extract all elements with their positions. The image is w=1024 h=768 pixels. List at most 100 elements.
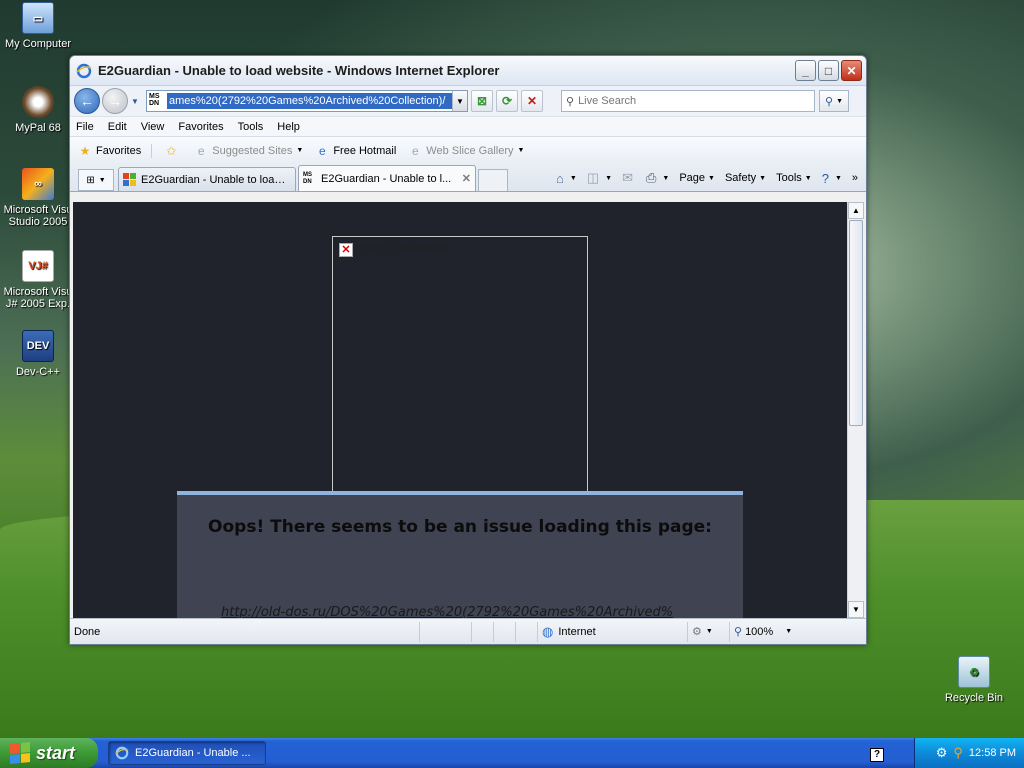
menu-view[interactable]: View bbox=[141, 121, 165, 133]
menu-file[interactable]: File bbox=[76, 121, 94, 133]
ie-icon bbox=[76, 63, 92, 78]
quick-tabs-button[interactable]: ⊞ ▼ bbox=[78, 169, 114, 191]
site-favicon-icon: MS DN bbox=[149, 93, 160, 107]
rss-feed-icon: ◫ bbox=[586, 170, 600, 185]
home-button[interactable]: ⌂ ▼ bbox=[556, 171, 577, 186]
back-arrow-icon: ← bbox=[80, 93, 94, 109]
blocked-url-link[interactable]: http://old-dos.ru/DOS%20Games%20(2792%20… bbox=[221, 605, 673, 618]
add-to-favorites-bar-button[interactable]: ✩ bbox=[164, 144, 182, 158]
minimize-button[interactable]: _ bbox=[795, 60, 816, 81]
page-content: ✕ Page Unavailable Oops! There seems to … bbox=[73, 202, 848, 618]
search-input[interactable] bbox=[578, 95, 814, 107]
zone-label: Internet bbox=[558, 625, 596, 638]
refresh-button[interactable]: ⟳ bbox=[496, 90, 518, 112]
vj-icon: VJ# bbox=[22, 250, 54, 282]
window-titlebar[interactable]: E2Guardian - Unable to load website - Wi… bbox=[70, 56, 866, 86]
favorites-label: Favorites bbox=[96, 144, 142, 157]
taskbar-item-ie[interactable]: E2Guardian - Unable ... bbox=[108, 741, 266, 765]
globe-icon: ◍ bbox=[542, 623, 554, 639]
tab-close-icon[interactable]: ✕ bbox=[462, 172, 471, 185]
address-toolbar: ← → ▼ MSDN ▼ ⊠ ⟳ ✕ ⚲ ⚲ ▼ bbox=[70, 86, 866, 116]
menu-edit[interactable]: Edit bbox=[108, 121, 127, 133]
security-zone[interactable]: ◍ Internet bbox=[538, 621, 688, 642]
compatibility-view-button[interactable]: ⊠ bbox=[471, 90, 493, 112]
zoom-level: 100% bbox=[745, 625, 774, 638]
status-progress bbox=[420, 621, 472, 642]
tools-menu-label: Tools bbox=[776, 172, 802, 184]
address-bar[interactable]: MSDN ▼ bbox=[146, 90, 468, 112]
desktop-icon-my-computer[interactable]: ▭ My Computer bbox=[0, 2, 76, 50]
new-tab-button[interactable] bbox=[478, 169, 508, 191]
desktop-icon-vj[interactable]: VJ# Microsoft Visu J# 2005 Exp. bbox=[0, 250, 76, 310]
tools-menu[interactable]: Tools ▼ bbox=[776, 172, 812, 184]
favorites-button[interactable]: ★ Favorites bbox=[78, 143, 153, 158]
read-mail-button[interactable]: ✉ bbox=[622, 170, 636, 186]
back-button[interactable]: ← bbox=[74, 88, 100, 114]
page-menu[interactable]: Page ▼ bbox=[679, 172, 715, 184]
network-icon[interactable]: ⚙ bbox=[936, 745, 948, 761]
status-empty-seg bbox=[516, 621, 538, 642]
recent-pages-dropdown[interactable]: ▼ bbox=[131, 97, 143, 106]
star-icon: ★ bbox=[79, 143, 91, 158]
help-tray-icon[interactable]: ? bbox=[870, 748, 884, 762]
ie-page-icon: e bbox=[318, 143, 326, 158]
chevron-down-icon: ▼ bbox=[98, 176, 106, 184]
menu-tools[interactable]: Tools bbox=[238, 121, 264, 133]
maximize-button[interactable]: □ bbox=[818, 60, 839, 81]
site-favicon-icon: MS DN bbox=[303, 171, 312, 185]
ie-icon bbox=[115, 746, 129, 760]
windows-flag-icon bbox=[10, 741, 30, 765]
menu-favorites[interactable]: Favorites bbox=[178, 121, 223, 133]
print-button[interactable]: ⎙ ▼ bbox=[646, 170, 669, 186]
desktop-icon-label: Dev-C++ bbox=[15, 366, 61, 378]
desktop-icon-visual-studio[interactable]: ∞ Microsoft Visu Studio 2005 bbox=[0, 168, 76, 228]
chevron-down-icon: ▼ bbox=[605, 174, 613, 182]
chevron-down-icon: ▼ bbox=[708, 174, 715, 182]
safety-menu[interactable]: Safety ▼ bbox=[725, 172, 766, 184]
start-button[interactable]: start bbox=[0, 738, 98, 768]
protected-mode-button[interactable]: ⚙ ▼ bbox=[688, 621, 730, 642]
tab-bar: ⊞ ▼ E2Guardian - Unable to load ... MS DN… bbox=[70, 164, 866, 192]
search-box[interactable]: ⚲ bbox=[561, 90, 815, 112]
desktop-icon-label: Microsoft Visu Studio 2005 bbox=[3, 204, 73, 228]
status-empty-seg bbox=[494, 621, 516, 642]
stop-button[interactable]: ✕ bbox=[521, 90, 543, 112]
feeds-button[interactable]: ◫ ▼ bbox=[587, 170, 612, 186]
suggested-sites-link[interactable]: e Suggested Sites ▼ bbox=[194, 144, 303, 158]
scroll-up-button[interactable]: ▲ bbox=[848, 202, 864, 219]
tab-2[interactable]: MS DN E2Guardian - Unable to l... ✕ bbox=[298, 165, 476, 191]
ie-page-icon: e bbox=[197, 143, 205, 158]
desktop-icon-label: MyPal 68 bbox=[15, 122, 61, 134]
scroll-down-button[interactable]: ▼ bbox=[848, 601, 864, 618]
tab-1[interactable]: E2Guardian - Unable to load ... bbox=[118, 167, 296, 191]
quick-tabs-icon: ⊞ bbox=[86, 174, 95, 186]
address-input[interactable] bbox=[167, 93, 452, 109]
free-hotmail-link[interactable]: e Free Hotmail bbox=[315, 144, 396, 158]
search-tray-icon[interactable]: ⚲ bbox=[953, 745, 963, 761]
web-slice-gallery-link[interactable]: e Web Slice Gallery ▼ bbox=[408, 143, 525, 158]
zoom-control[interactable]: ⚲ 100% ▼ bbox=[730, 622, 808, 642]
chevron-down-icon: ▼ bbox=[662, 174, 670, 182]
start-label: start bbox=[36, 742, 76, 763]
chevron-down-icon: ▼ bbox=[836, 97, 843, 105]
forward-button[interactable]: → bbox=[102, 88, 128, 114]
scroll-thumb[interactable] bbox=[849, 220, 863, 426]
visual-studio-icon: ∞ bbox=[22, 168, 54, 200]
toolbar-overflow-button[interactable]: » bbox=[852, 172, 858, 184]
window-title: E2Guardian - Unable to load website - Wi… bbox=[98, 63, 500, 78]
address-dropdown[interactable]: ▼ bbox=[452, 91, 467, 111]
clock[interactable]: 12:58 PM bbox=[969, 747, 1016, 759]
page-menu-label: Page bbox=[679, 172, 706, 184]
desktop-icon-devcpp[interactable]: DEV Dev-C++ bbox=[0, 330, 76, 378]
close-button[interactable]: ✕ bbox=[841, 60, 862, 81]
menu-help[interactable]: Help bbox=[277, 121, 300, 133]
help-menu[interactable]: ? ▼ bbox=[822, 171, 842, 186]
desktop-icon-recycle-bin[interactable]: ♻ Recycle Bin bbox=[936, 656, 1012, 704]
vertical-scrollbar[interactable]: ▲ ▼ bbox=[847, 202, 864, 618]
desktop-icon-mypal[interactable]: MyPal 68 bbox=[0, 86, 76, 134]
ie-page-icon: e bbox=[411, 143, 419, 158]
search-button[interactable]: ⚲ ▼ bbox=[819, 90, 849, 112]
system-tray: ⚙ ⚲ 12:58 PM bbox=[914, 738, 1024, 768]
web-slice-gallery-label: Web Slice Gallery bbox=[426, 144, 514, 157]
broken-image-icon: ✕ bbox=[339, 243, 353, 257]
